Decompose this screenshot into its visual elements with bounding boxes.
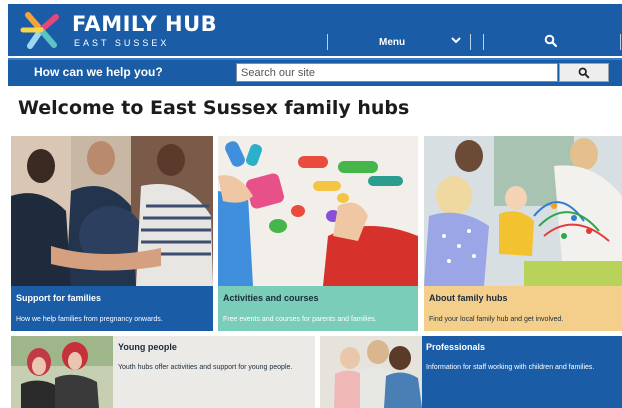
pregnant-women-photo xyxy=(11,136,213,286)
site-header: FAMILY HUB EAST SUSSEX Menu xyxy=(8,4,622,56)
card-professionals[interactable]: Professionals Information for staff work… xyxy=(320,336,622,408)
children-playing-photo xyxy=(424,136,622,286)
header-divider xyxy=(470,34,471,50)
card-title: About family hubs xyxy=(429,293,508,303)
card-description: Find your local family hub and get invol… xyxy=(429,316,564,323)
card-description: Information for staff working with child… xyxy=(426,364,595,371)
card-description: Youth hubs offer activities and support … xyxy=(118,364,293,371)
card-activities-and-courses[interactable]: Activities and courses Free events and c… xyxy=(218,136,418,331)
professionals-photo xyxy=(320,336,422,408)
search-icon[interactable] xyxy=(544,34,558,48)
page-title: Welcome to East Sussex family hubs xyxy=(18,97,410,119)
card-description: Free events and courses for parents and … xyxy=(223,316,377,323)
play-dough-photo xyxy=(218,136,418,286)
header-divider xyxy=(327,34,328,50)
card-support-for-families[interactable]: Support for families How we help familie… xyxy=(11,136,213,331)
help-search-bar: How can we help you? xyxy=(8,58,622,86)
card-title: Young people xyxy=(118,342,177,352)
young-people-photo xyxy=(11,336,113,408)
card-about-family-hubs[interactable]: About family hubs Find your local family… xyxy=(424,136,622,331)
card-title: Support for families xyxy=(16,293,102,303)
card-young-people[interactable]: Young people Youth hubs offer activities… xyxy=(11,336,315,408)
header-divider xyxy=(483,34,484,50)
menu-button[interactable]: Menu xyxy=(379,37,405,48)
card-description: How we help families from pregnancy onwa… xyxy=(16,316,163,323)
logo-subtitle: EAST SUSSEX xyxy=(74,38,170,48)
header-divider xyxy=(620,34,621,50)
family-hub-logo[interactable] xyxy=(20,9,62,51)
search-button[interactable] xyxy=(559,63,609,82)
logo-title: FAMILY HUB xyxy=(72,12,218,36)
card-title: Professionals xyxy=(426,342,486,352)
card-title: Activities and courses xyxy=(223,293,319,303)
help-label: How can we help you? xyxy=(34,65,163,79)
search-input[interactable] xyxy=(236,63,558,82)
search-icon xyxy=(578,67,590,79)
chevron-down-icon[interactable] xyxy=(450,34,462,46)
